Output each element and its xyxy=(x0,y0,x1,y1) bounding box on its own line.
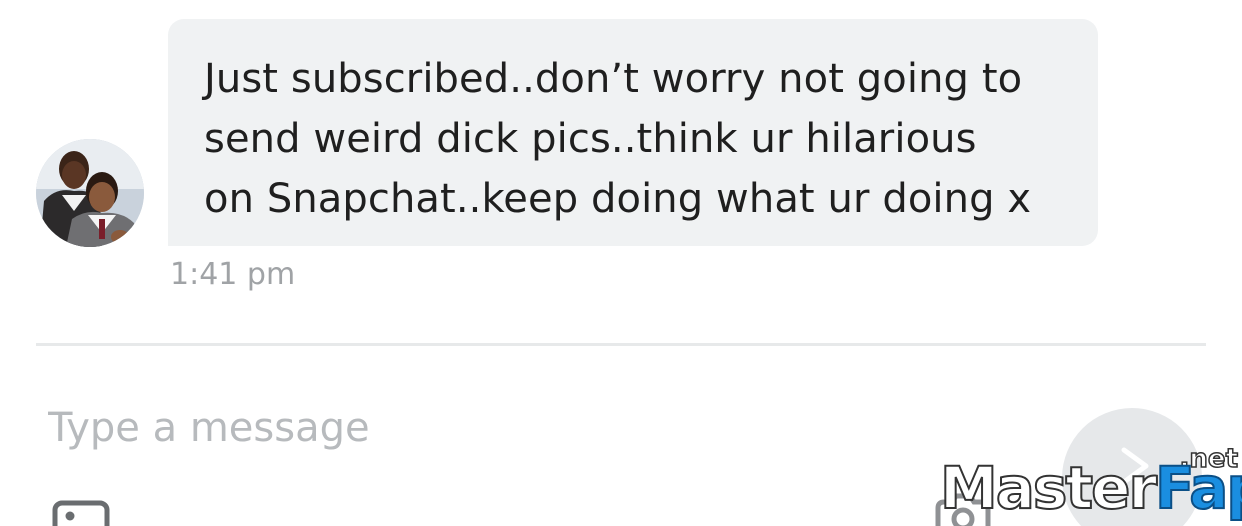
watermark-logo: MasterFap xyxy=(939,453,1242,523)
composer-divider xyxy=(36,343,1206,346)
watermark-logo-fap: Fap xyxy=(1154,453,1242,523)
sender-avatar[interactable] xyxy=(36,139,144,247)
watermark-logo-master: Master xyxy=(939,453,1158,523)
message-bubble[interactable]: Just subscribed..don’t worry not going t… xyxy=(168,19,1098,246)
message-timestamp: 1:41 pm xyxy=(170,257,296,292)
chat-screen: Just subscribed..don’t worry not going t… xyxy=(0,0,1242,526)
site-watermark: .net MasterFap xyxy=(936,444,1242,526)
message-input[interactable] xyxy=(36,398,1048,458)
message-text: Just subscribed..don’t worry not going t… xyxy=(204,56,1032,222)
avatar-photo-icon xyxy=(36,139,144,247)
image-icon[interactable] xyxy=(52,500,112,526)
